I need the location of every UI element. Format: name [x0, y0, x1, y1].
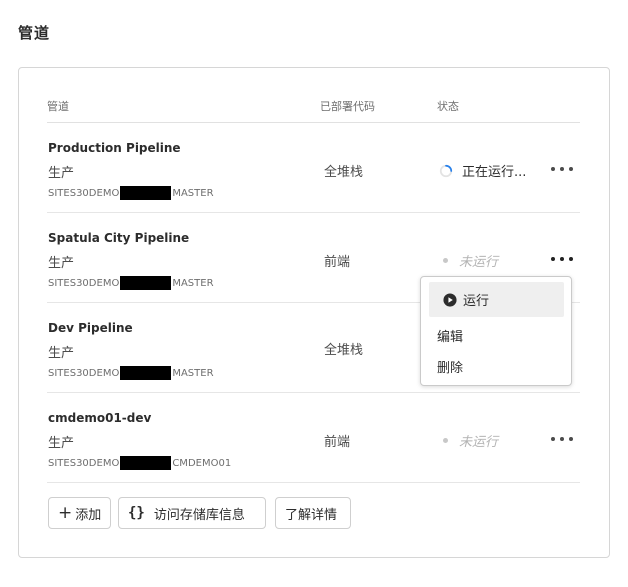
repo-prefix: SITES30DEMO — [48, 367, 120, 379]
repo-suffix: MASTER — [172, 277, 214, 289]
redaction-bar — [120, 456, 172, 470]
actions-menu: 运行 编辑 删除 — [420, 276, 572, 386]
pipeline-repo: SITES30DEMO MASTER — [48, 276, 214, 290]
repo-prefix: SITES30DEMO — [48, 277, 120, 289]
page-title: 管道 — [18, 24, 51, 42]
redaction-bar — [120, 186, 172, 200]
add-button-label: 添加 — [75, 507, 102, 523]
column-header-status: 状态 — [437, 100, 459, 113]
redaction-bar — [120, 366, 172, 380]
status-idle: 未运行 — [439, 431, 498, 450]
more-icon — [551, 167, 555, 171]
repo-prefix: SITES30DEMO — [48, 457, 120, 469]
learn-more-button[interactable]: 了解详情 — [275, 497, 351, 529]
pipeline-environment: 生产 — [48, 256, 75, 271]
deployed-code: 前端 — [324, 255, 351, 270]
learn-more-button-label: 了解详情 — [285, 507, 338, 523]
pipeline-environment: 生产 — [48, 436, 75, 451]
repo-prefix: SITES30DEMO — [48, 187, 120, 199]
pipeline-repo: SITES30DEMO MASTER — [48, 186, 214, 200]
pipeline-name: Dev Pipeline — [48, 321, 133, 335]
repo-suffix: MASTER — [172, 187, 214, 199]
deployed-code: 全堆栈 — [324, 343, 364, 358]
status-text: 未运行 — [459, 255, 499, 270]
status-text: 未运行 — [459, 435, 499, 450]
status-running: 正在运行... — [439, 161, 526, 180]
pipeline-environment: 生产 — [48, 166, 75, 181]
table-row: Production Pipeline 生产 SITES30DEMO MASTE… — [47, 123, 580, 213]
add-button[interactable]: + 添加 — [48, 497, 111, 529]
more-actions-button[interactable] — [551, 163, 573, 175]
more-actions-button[interactable] — [551, 433, 573, 445]
pipeline-environment: 生产 — [48, 346, 75, 361]
status-dot-icon — [443, 438, 448, 443]
status-dot-icon — [443, 258, 448, 263]
braces-icon: {} — [128, 505, 145, 521]
column-header-deployed-code: 已部署代码 — [320, 100, 375, 113]
menu-item-run-label: 运行 — [463, 294, 490, 309]
pipeline-repo: SITES30DEMO MASTER — [48, 366, 214, 380]
repo-info-button-label: 访问存储库信息 — [153, 507, 245, 523]
column-header-pipeline: 管道 — [47, 100, 69, 113]
more-actions-button[interactable] — [551, 253, 573, 265]
menu-item-delete[interactable]: 删除 — [437, 357, 463, 376]
play-circle-icon — [443, 292, 457, 307]
spinner-icon — [439, 164, 453, 177]
repo-info-button[interactable]: {} 访问存储库信息 — [118, 497, 266, 529]
menu-item-run[interactable]: 运行 — [429, 282, 564, 317]
more-icon — [551, 257, 555, 261]
plus-icon: + — [58, 502, 73, 523]
redaction-bar — [120, 276, 172, 290]
deployed-code: 前端 — [324, 435, 351, 450]
more-icon — [551, 437, 555, 441]
pipeline-name: Production Pipeline — [48, 141, 181, 155]
row-divider — [47, 482, 580, 483]
table-row: cmdemo01-dev 生产 SITES30DEMO CMDEMO01 前端 … — [47, 393, 580, 483]
pipeline-name: cmdemo01-dev — [48, 411, 152, 425]
pipeline-name: Spatula City Pipeline — [48, 231, 190, 245]
menu-item-edit[interactable]: 编辑 — [437, 326, 463, 345]
status-idle: 未运行 — [439, 251, 498, 270]
status-text: 正在运行... — [462, 165, 527, 180]
repo-suffix: MASTER — [172, 367, 214, 379]
pipeline-repo: SITES30DEMO CMDEMO01 — [48, 456, 231, 470]
deployed-code: 全堆栈 — [324, 165, 364, 180]
repo-suffix: CMDEMO01 — [172, 457, 232, 469]
